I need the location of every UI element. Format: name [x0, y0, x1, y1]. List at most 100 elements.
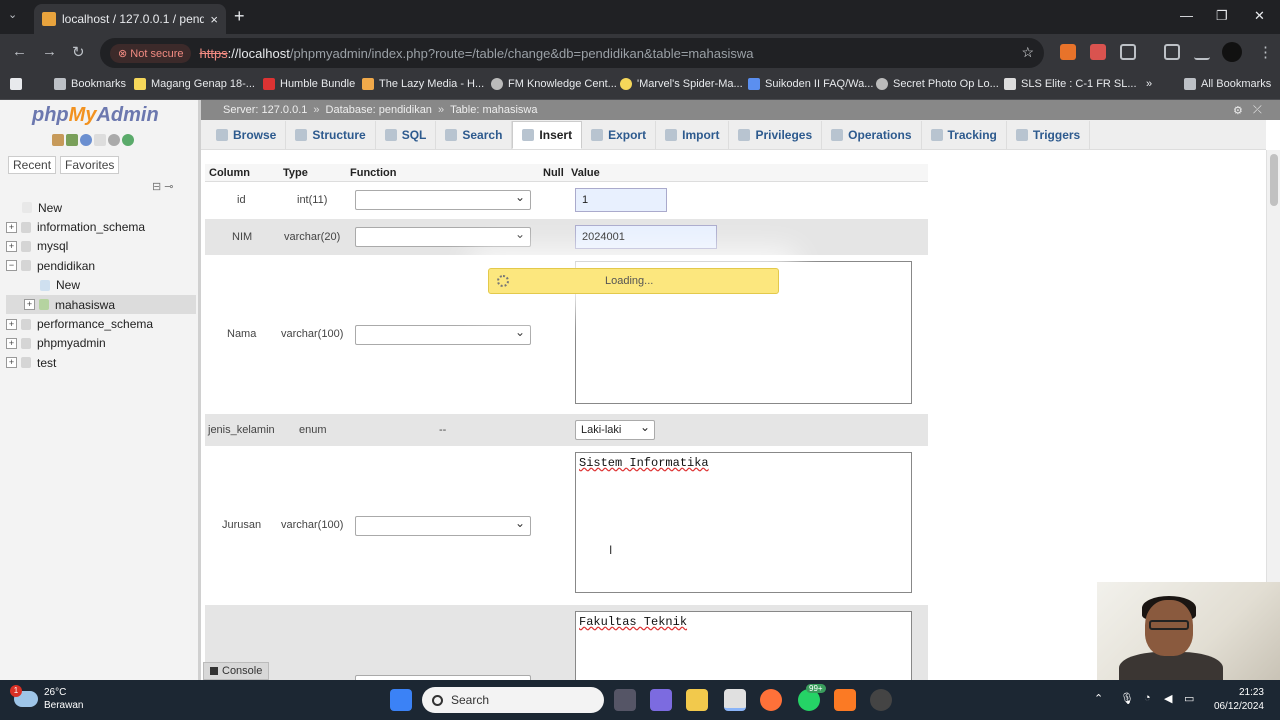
tree-new-database[interactable]: New [6, 198, 196, 217]
wifi-icon[interactable]: ◔ [1144, 692, 1151, 704]
page-settings-gear-icon[interactable]: ⚙ [1233, 104, 1243, 117]
home-icon[interactable] [52, 134, 64, 146]
copilot-icon[interactable] [650, 689, 672, 711]
bookmark-item[interactable]: FM Knowledge Cent... [491, 78, 617, 90]
help-icon[interactable] [80, 134, 92, 146]
battery-icon[interactable]: ▭ [1184, 692, 1194, 705]
taskbar-clock[interactable]: 21:23 06/12/2024 [1214, 686, 1264, 714]
bookmark-star-icon[interactable]: ☆ [1021, 44, 1034, 61]
close-window-icon[interactable]: ✕ [1254, 8, 1265, 24]
bookmark-item[interactable]: Suikoden II FAQ/Wa... [748, 78, 873, 90]
start-windows-icon[interactable] [390, 689, 412, 711]
id-value-input[interactable]: 1 [575, 188, 667, 212]
tab-privileges[interactable]: Privileges [729, 121, 823, 149]
weather-widget[interactable]: 1 26°C Berawan [10, 685, 83, 712]
bookmark-item[interactable]: Magang Genap 18-... [134, 78, 255, 90]
jenis-kelamin-select[interactable]: Laki-laki [575, 420, 655, 440]
microphone-icon[interactable]: 🎙 [1120, 692, 1134, 705]
tab-insert[interactable]: Insert [512, 121, 583, 149]
bookmark-item[interactable]: Secret Photo Op Lo... [876, 78, 999, 90]
console-toggle[interactable]: Console [203, 662, 269, 680]
tab-triggers[interactable]: Triggers [1007, 121, 1091, 149]
xampp-icon[interactable] [834, 689, 856, 711]
volume-icon[interactable]: ◀ [1164, 692, 1172, 705]
all-bookmarks-folder[interactable]: All Bookmarks [1184, 78, 1271, 90]
phpmyadmin-logo[interactable]: phpMyAdmin [32, 104, 159, 127]
function-select[interactable] [355, 190, 531, 210]
tab-structure[interactable]: Structure [286, 121, 376, 149]
tree-table-mahasiswa[interactable]: + mahasiswa [6, 294, 196, 315]
logout-icon[interactable] [66, 134, 78, 146]
bookmark-item[interactable]: SLS Elite : C-1 FR SL... [1004, 78, 1137, 90]
maximize-icon[interactable]: ❐ [1216, 8, 1228, 24]
taskbar-search[interactable]: Search [422, 687, 604, 713]
bookmark-item[interactable]: 'Marvel's Spider-Ma... [620, 78, 743, 90]
tray-chevron-icon[interactable]: ⌃ [1094, 692, 1103, 705]
chrome-icon[interactable] [724, 689, 746, 711]
obs-icon[interactable] [870, 689, 892, 711]
browser-tab[interactable]: localhost / 127.0.0.1 / pendidikan × [34, 4, 226, 34]
reload-nav-icon[interactable] [122, 134, 134, 146]
minimize-icon[interactable]: — [1180, 8, 1193, 23]
breadcrumb-server[interactable]: Server: 127.0.0.1 [223, 104, 307, 116]
field-row-id: id int(11) 1 [205, 182, 928, 219]
tree-new-table[interactable]: New [6, 276, 196, 295]
extensions-puzzle-icon[interactable] [1120, 44, 1136, 60]
breadcrumb-table[interactable]: Table: mahasiswa [450, 104, 537, 116]
tab-tracking[interactable]: Tracking [922, 121, 1007, 149]
firefox-icon[interactable] [760, 689, 782, 711]
nim-value-input[interactable]: 2024001 [575, 225, 717, 249]
tree-db-information-schema[interactable]: + information_schema [6, 217, 196, 236]
collapse-header-icon[interactable]: ⤫ [1253, 104, 1262, 117]
function-select[interactable] [355, 325, 531, 345]
back-icon[interactable]: ← [12, 43, 27, 60]
favorites-tab[interactable]: Favorites [60, 156, 120, 174]
bookmark-item[interactable]: Bookmarks [54, 78, 126, 90]
tree-db-mysql[interactable]: + mysql [6, 237, 196, 256]
scrollbar-thumb[interactable] [1270, 154, 1278, 206]
tree-db-test[interactable]: + test [6, 353, 196, 372]
tab-export[interactable]: Export [582, 121, 657, 149]
forward-icon[interactable]: → [42, 43, 57, 60]
tab-sql[interactable]: SQL [376, 121, 437, 149]
tab-operations[interactable]: Operations [822, 121, 922, 149]
tab-browse[interactable]: Browse [207, 121, 287, 149]
reload-icon[interactable]: ↻ [72, 43, 85, 61]
tab-search[interactable]: Search [436, 121, 513, 149]
profile-avatar-icon[interactable] [1222, 42, 1242, 62]
docs-icon[interactable] [94, 134, 106, 146]
reading-list-icon[interactable] [1164, 44, 1180, 60]
breadcrumb: Server: 127.0.0.1 » Database: pendidikan… [201, 100, 1280, 120]
file-explorer-icon[interactable] [686, 689, 708, 711]
cloud-icon: 1 [10, 685, 38, 707]
bookmark-item[interactable]: Humble Bundle [263, 78, 355, 90]
url-text[interactable]: https://localhost/phpmyadmin/index.php?r… [199, 46, 753, 61]
address-bar[interactable]: ⊗ Not secure https://localhost/phpmyadmi… [100, 38, 1044, 68]
new-tab-button[interactable]: + [234, 6, 245, 27]
sidebar-shortcut-icons [52, 134, 134, 146]
extension-icon[interactable] [1060, 44, 1076, 60]
recent-tab[interactable]: Recent [8, 156, 57, 174]
tree-db-pendidikan[interactable]: − pendidikan [6, 256, 196, 275]
task-view-icon[interactable] [614, 689, 636, 711]
tree-db-phpmyadmin[interactable]: + phpmyadmin [6, 334, 196, 353]
menu-kebab-icon[interactable]: ⋮ [1258, 43, 1273, 61]
fakultas-value-textarea[interactable]: Fakultas Teknik [575, 611, 912, 680]
not-secure-badge[interactable]: ⊗ Not secure [110, 43, 192, 63]
collapse-all-icon[interactable]: ⊟ ⊸ [152, 180, 174, 193]
jurusan-value-textarea[interactable]: Sistem Informatika [575, 452, 912, 593]
breadcrumb-database[interactable]: Database: pendidikan [326, 104, 432, 116]
function-select[interactable] [355, 516, 531, 536]
apps-icon[interactable] [10, 78, 22, 90]
bookmark-item[interactable]: The Lazy Media - H... [362, 78, 484, 90]
loading-notification: Loading... [488, 268, 779, 294]
tab-search-chevron-icon[interactable]: ⌄ [8, 8, 17, 21]
settings-gear-icon[interactable] [108, 134, 120, 146]
download-icon[interactable] [1194, 44, 1210, 60]
tab-close-icon[interactable]: × [210, 12, 218, 27]
extension-icon[interactable] [1090, 44, 1106, 60]
function-select[interactable] [355, 227, 531, 247]
tree-db-performance-schema[interactable]: + performance_schema [6, 314, 196, 333]
tab-import[interactable]: Import [656, 121, 730, 149]
more-bookmarks-button[interactable]: » [1146, 78, 1152, 90]
